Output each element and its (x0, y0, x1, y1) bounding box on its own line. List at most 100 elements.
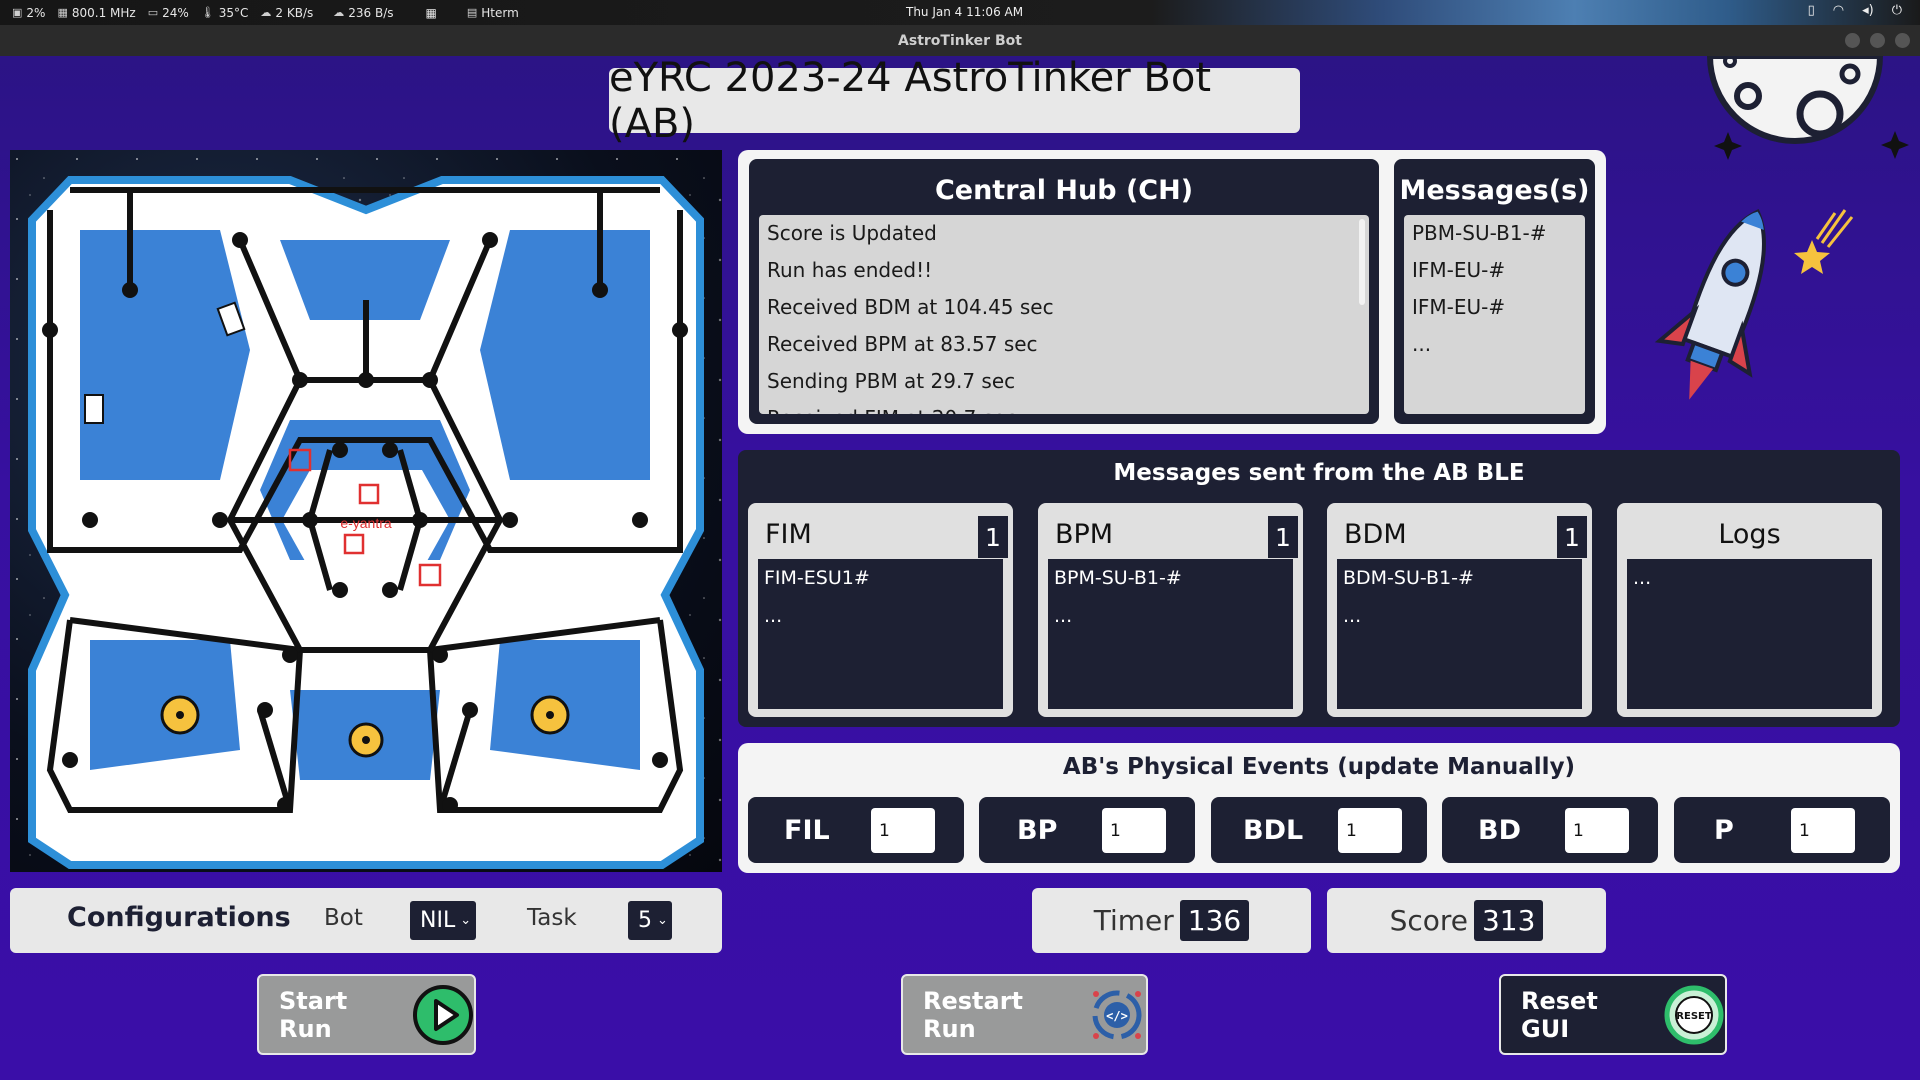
bdm-messages[interactable]: BDM-SU-B1-# ... (1337, 559, 1582, 709)
reset-icon-text: RESET (1676, 1011, 1712, 1022)
chip-icon: ▦ (57, 6, 68, 19)
central-hub-log[interactable]: Score is Updated Run has ended!! Receive… (759, 215, 1369, 414)
download-indicator: ☁ 2 KB/s (260, 6, 313, 20)
event-fil-input[interactable] (871, 808, 935, 853)
event-bd: BD (1442, 797, 1658, 863)
reset-gui-button[interactable]: Reset GUI RESET (1499, 974, 1727, 1055)
event-bp: BP (979, 797, 1195, 863)
bdm-card: BDM 1 BDM-SU-B1-# ... (1327, 503, 1592, 717)
event-p-label: P (1714, 814, 1734, 846)
event-bdl-input[interactable] (1338, 808, 1402, 853)
list-item: Received BDM at 104.45 sec (767, 295, 1054, 319)
bot-select-value: NIL (420, 908, 456, 933)
arena-logo: e-yantra (340, 515, 392, 531)
event-bd-label: BD (1478, 814, 1521, 846)
chevron-down-icon: ⌄ (657, 913, 668, 928)
restart-run-button[interactable]: Restart Run </> (901, 974, 1148, 1055)
list-item: BPM-SU-B1-# (1054, 567, 1182, 589)
restart-code-icon: </> (1088, 986, 1146, 1044)
scrollbar[interactable] (1359, 219, 1365, 305)
freq-value: 800.1 MHz (71, 5, 136, 20)
moon-decoration (1706, 56, 1909, 160)
event-bp-input[interactable] (1102, 808, 1166, 853)
app-name: Hterm (481, 5, 519, 20)
window-title: AstroTinker Bot (898, 32, 1022, 49)
list-item: BDM-SU-B1-# (1343, 567, 1474, 589)
list-item: ... (1412, 332, 1432, 356)
svg-text:</>: </> (1106, 1009, 1128, 1023)
mem-indicator: ▭ 24% (148, 6, 189, 20)
up-value: 236 B/s (348, 5, 394, 20)
freq-indicator: ▦ 800.1 MHz (57, 6, 135, 20)
clock[interactable]: Thu Jan 4 11:06 AM (906, 5, 1023, 19)
list-item: Run has ended!! (767, 258, 933, 282)
app-indicator[interactable]: ▤ Hterm (467, 6, 519, 20)
messages-list[interactable]: PBM-SU-B1-# IFM-EU-# IFM-EU-# ... (1404, 215, 1585, 414)
thermometer-icon: 🌡 (200, 6, 215, 19)
list-item: ... (1633, 567, 1652, 589)
event-bp-label: BP (1017, 814, 1058, 846)
central-hub-title: Central Hub (CH) (934, 175, 1194, 206)
temp-value: 35°C (218, 5, 249, 20)
list-item: FIM-ESU1# (764, 567, 870, 589)
memory-icon: ▭ (147, 6, 159, 19)
event-bdl: BDL (1211, 797, 1427, 863)
fim-card: FIM 1 FIM-ESU1# ... (748, 503, 1013, 717)
cloud-up-icon: ☁ (333, 6, 345, 19)
messages-title: Messages(s) (1399, 175, 1590, 206)
central-hub-panel: Central Hub (CH) Score is Updated Run ha… (749, 159, 1379, 424)
power-icon[interactable]: ⏻ (1892, 3, 1902, 18)
wifi-icon[interactable]: ◠ (1833, 3, 1844, 18)
list-item: ... (764, 605, 783, 627)
maximize-button[interactable] (1870, 33, 1885, 48)
list-item: PBM-SU-B1-# (1412, 221, 1547, 245)
volume-icon[interactable]: ◂) (1862, 3, 1874, 18)
arena-map: e-yantra (10, 150, 722, 872)
close-button[interactable] (1895, 33, 1910, 48)
reset-icon: RESET (1663, 984, 1725, 1046)
bpm-messages[interactable]: BPM-SU-B1-# ... (1048, 559, 1293, 709)
clipboard-icon[interactable]: ▯ (1808, 3, 1815, 18)
logs-card: Logs ... (1617, 503, 1882, 717)
cpu-icon: ▣ (12, 6, 23, 19)
bdm-title: BDM (1344, 519, 1407, 550)
timer-value: 136 (1179, 900, 1250, 941)
bot-select[interactable]: NIL ⌄ (410, 901, 476, 940)
fim-messages[interactable]: FIM-ESU1# ... (758, 559, 1003, 709)
score-label: Score (1389, 904, 1468, 937)
window-controls (1845, 33, 1910, 48)
list-item: ... (1054, 605, 1073, 627)
bot-label: Bot (324, 905, 363, 931)
task-select-value: 5 (638, 908, 652, 933)
ble-title: Messages sent from the AB BLE (1113, 460, 1525, 486)
hazard-left-icon (160, 695, 200, 735)
event-p-input[interactable] (1791, 808, 1855, 853)
task-label: Task (527, 905, 577, 931)
cpu-value: 2% (26, 5, 46, 20)
configurations-title: Configurations (67, 902, 291, 933)
bpm-card: BPM 1 BPM-SU-B1-# ... (1038, 503, 1303, 717)
system-top-bar: ▣ 2% ▦ 800.1 MHz ▭ 24% 🌡 35°C ☁ 2 KB/s ☁ 236 B… (0, 0, 1920, 25)
list-item: Received BPM at 83.57 sec (767, 332, 1038, 356)
bdm-count-badge: 1 (1557, 516, 1587, 558)
bpm-title: BPM (1055, 519, 1114, 550)
start-run-label: Start Run (279, 986, 348, 1043)
event-p: P (1674, 797, 1890, 863)
start-run-button[interactable]: Start Run (257, 974, 476, 1055)
bpm-count-badge: 1 (1268, 516, 1298, 558)
list-item: Received FIM at 20.7 sec (759, 400, 1369, 414)
reset-gui-label: Reset GUI (1521, 986, 1598, 1043)
workspace-grid-icon[interactable]: ▦ (426, 6, 437, 20)
chevron-down-icon: ⌄ (460, 913, 472, 928)
configurations-panel: Configurations Bot NIL ⌄ Task 5 ⌄ (10, 888, 722, 953)
event-bd-input[interactable] (1565, 808, 1629, 853)
timer-panel: Timer 136 (1032, 888, 1311, 953)
minimize-button[interactable] (1845, 33, 1860, 48)
cpu-indicator: ▣ 2% (12, 6, 45, 20)
arena-graphic: e-yantra (10, 150, 722, 872)
page-title: eYRC 2023-24 AstroTinker Bot (AB) (609, 55, 1300, 147)
list-item: IFM-EU-# (1412, 258, 1506, 282)
task-select[interactable]: 5 ⌄ (628, 901, 672, 940)
logs-messages[interactable]: ... (1627, 559, 1872, 709)
tray: ▯ ◠ ◂) ⏻ (1808, 3, 1902, 18)
